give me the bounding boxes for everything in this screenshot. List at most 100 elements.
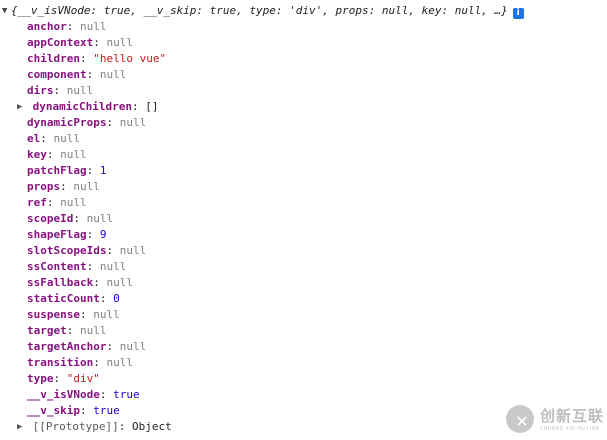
property-row: slotScopeIds: null bbox=[27, 243, 146, 259]
property-separator: : bbox=[79, 308, 94, 321]
property-value: true bbox=[113, 388, 140, 401]
watermark-title: 创新互联 bbox=[540, 407, 605, 425]
property-key: ssFallback bbox=[27, 276, 94, 289]
property-value: null bbox=[80, 20, 107, 33]
property-row: ssContent: null bbox=[27, 259, 126, 275]
property-separator: : bbox=[131, 100, 146, 113]
property-value: null bbox=[66, 84, 94, 97]
property-key: anchor bbox=[27, 20, 67, 33]
property-key: key bbox=[27, 148, 47, 161]
property-key: staticCount bbox=[27, 292, 100, 305]
property-value: null bbox=[119, 116, 147, 129]
property-row: __v_skip: true bbox=[27, 403, 120, 419]
property-value: null bbox=[93, 308, 120, 321]
property-row: anchor: null bbox=[27, 19, 107, 35]
expand-arrow-icon[interactable]: ▶ bbox=[17, 419, 26, 435]
property-value: true bbox=[93, 404, 120, 417]
property-key: __v_skip bbox=[27, 404, 80, 417]
property-row: targetAnchor: null bbox=[27, 339, 146, 355]
property-value: null bbox=[80, 324, 107, 337]
property-value: 0 bbox=[113, 292, 120, 305]
property-separator: : bbox=[106, 116, 120, 129]
property-separator: : bbox=[60, 180, 74, 193]
property-row: dynamicProps: null bbox=[27, 115, 146, 131]
property-value: null bbox=[99, 68, 127, 81]
property-value: null bbox=[119, 340, 147, 353]
property-row: patchFlag: 1 bbox=[27, 163, 106, 179]
property-separator: : bbox=[73, 212, 87, 225]
property-key: appContext bbox=[27, 36, 94, 49]
property-value: Object bbox=[131, 420, 172, 433]
watermark-logo: ✕ 创新互联 CHUANG XIN HU LIAN bbox=[504, 401, 604, 437]
property-separator: : bbox=[46, 196, 61, 209]
property-row: __v_isVNode: true bbox=[27, 387, 140, 403]
collapse-arrow-icon[interactable]: ▼ bbox=[2, 3, 11, 19]
property-key: component bbox=[27, 68, 87, 81]
property-row: transition: null bbox=[27, 355, 133, 371]
property-value: "hello vue" bbox=[93, 52, 167, 65]
property-row: appContext: null bbox=[27, 35, 133, 51]
property-key: __v_isVNode bbox=[27, 388, 100, 401]
property-row: target: null bbox=[27, 323, 107, 339]
property-value: null bbox=[106, 276, 133, 289]
object-summary-text[interactable]: {__v_isVNode: true, __v_skip: true, type… bbox=[11, 4, 508, 17]
property-separator: : bbox=[66, 324, 80, 337]
property-separator: : bbox=[93, 276, 107, 289]
property-separator: : bbox=[53, 84, 67, 97]
property-row: dirs: null bbox=[27, 83, 93, 99]
info-icon[interactable]: i bbox=[512, 8, 524, 19]
property-value: 9 bbox=[99, 228, 107, 241]
property-row: children: "hello vue" bbox=[27, 51, 166, 67]
property-key: patchFlag bbox=[27, 164, 87, 177]
property-separator: : bbox=[93, 356, 107, 369]
property-separator: : bbox=[40, 132, 54, 145]
property-key: el bbox=[27, 132, 41, 145]
property-row: scopeId: null bbox=[27, 211, 113, 227]
property-value: null bbox=[106, 36, 133, 49]
watermark-circle-icon: ✕ bbox=[506, 405, 534, 433]
property-value: "div" bbox=[66, 372, 100, 385]
property-row: suspense: null bbox=[27, 307, 120, 323]
property-key: type bbox=[27, 372, 54, 385]
property-row: el: null bbox=[27, 131, 80, 147]
property-separator: : bbox=[46, 148, 61, 161]
property-key: [[Prototype]] bbox=[32, 420, 119, 433]
property-row: type: "div" bbox=[27, 371, 100, 387]
object-summary-row[interactable]: ▼ {__v_isVNode: true, __v_skip: true, typ… bbox=[2, 3, 524, 19]
property-row: ssFallback: null bbox=[27, 275, 133, 291]
property-key: transition bbox=[27, 356, 94, 369]
property-separator: : bbox=[99, 388, 114, 401]
property-value: null bbox=[73, 180, 100, 193]
watermark-glyph: ✕ bbox=[515, 412, 529, 431]
property-value: 1 bbox=[99, 164, 107, 177]
property-key: dynamicChildren bbox=[32, 100, 132, 113]
property-key: children bbox=[27, 52, 80, 65]
property-separator: : bbox=[86, 68, 100, 81]
property-row: key: null bbox=[27, 147, 87, 163]
property-key: dynamicProps bbox=[27, 116, 107, 129]
property-value: null bbox=[119, 244, 147, 257]
property-row[interactable]: ▶ dynamicChildren: [] bbox=[17, 99, 158, 115]
property-value: null bbox=[60, 148, 87, 161]
property-row[interactable]: ▶ [[Prototype]]: Object bbox=[17, 419, 172, 435]
property-row: ref: null bbox=[27, 195, 87, 211]
property-separator: : bbox=[86, 164, 100, 177]
property-row: staticCount: 0 bbox=[27, 291, 120, 307]
property-separator: : bbox=[53, 372, 67, 385]
property-value: [] bbox=[145, 100, 159, 113]
property-separator: : bbox=[66, 20, 80, 33]
console-object-inspector: ▼ {__v_isVNode: true, __v_skip: true, typ… bbox=[0, 0, 607, 440]
expand-arrow-icon[interactable]: ▶ bbox=[17, 99, 26, 115]
property-row: shapeFlag: 9 bbox=[27, 227, 106, 243]
property-separator: : bbox=[86, 260, 100, 273]
property-value: null bbox=[99, 260, 127, 273]
watermark-subtitle: CHUANG XIN HU LIAN bbox=[540, 426, 600, 432]
property-separator: : bbox=[79, 404, 94, 417]
property-key: target bbox=[27, 324, 67, 337]
property-key: ssContent bbox=[27, 260, 87, 273]
property-value: null bbox=[53, 132, 81, 145]
property-separator: : bbox=[106, 340, 120, 353]
property-key: ref bbox=[27, 196, 47, 209]
property-separator: : bbox=[93, 36, 107, 49]
property-row: props: null bbox=[27, 179, 100, 195]
